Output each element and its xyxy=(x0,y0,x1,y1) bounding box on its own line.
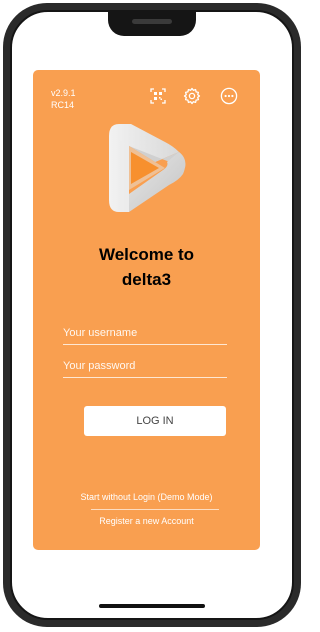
qr-code-icon[interactable] xyxy=(149,87,167,105)
login-card: v2.9.1 RC14 Welcome to delta3 Your usern… xyxy=(33,70,260,550)
register-link[interactable]: Register a new Account xyxy=(33,516,260,526)
speaker-grille xyxy=(132,19,172,24)
phone-notch xyxy=(108,12,196,36)
version-info: v2.9.1 RC14 xyxy=(51,87,76,111)
home-indicator[interactable] xyxy=(99,604,205,608)
username-input[interactable] xyxy=(63,322,227,345)
welcome-line-2: delta3 xyxy=(121,270,172,289)
password-input[interactable] xyxy=(63,355,227,378)
welcome-line-1: Welcome to xyxy=(98,245,195,264)
welcome-heading: Welcome to delta3 xyxy=(33,242,260,292)
login-button[interactable]: LOG IN xyxy=(84,406,226,436)
app-logo-icon xyxy=(109,124,186,212)
links-divider xyxy=(91,509,219,510)
more-options-icon[interactable] xyxy=(220,87,238,105)
gear-icon[interactable] xyxy=(183,87,201,105)
demo-mode-link[interactable]: Start without Login (Demo Mode) xyxy=(33,492,260,502)
build-label: RC14 xyxy=(51,100,75,110)
version-number: v2.9.1 xyxy=(51,88,76,98)
